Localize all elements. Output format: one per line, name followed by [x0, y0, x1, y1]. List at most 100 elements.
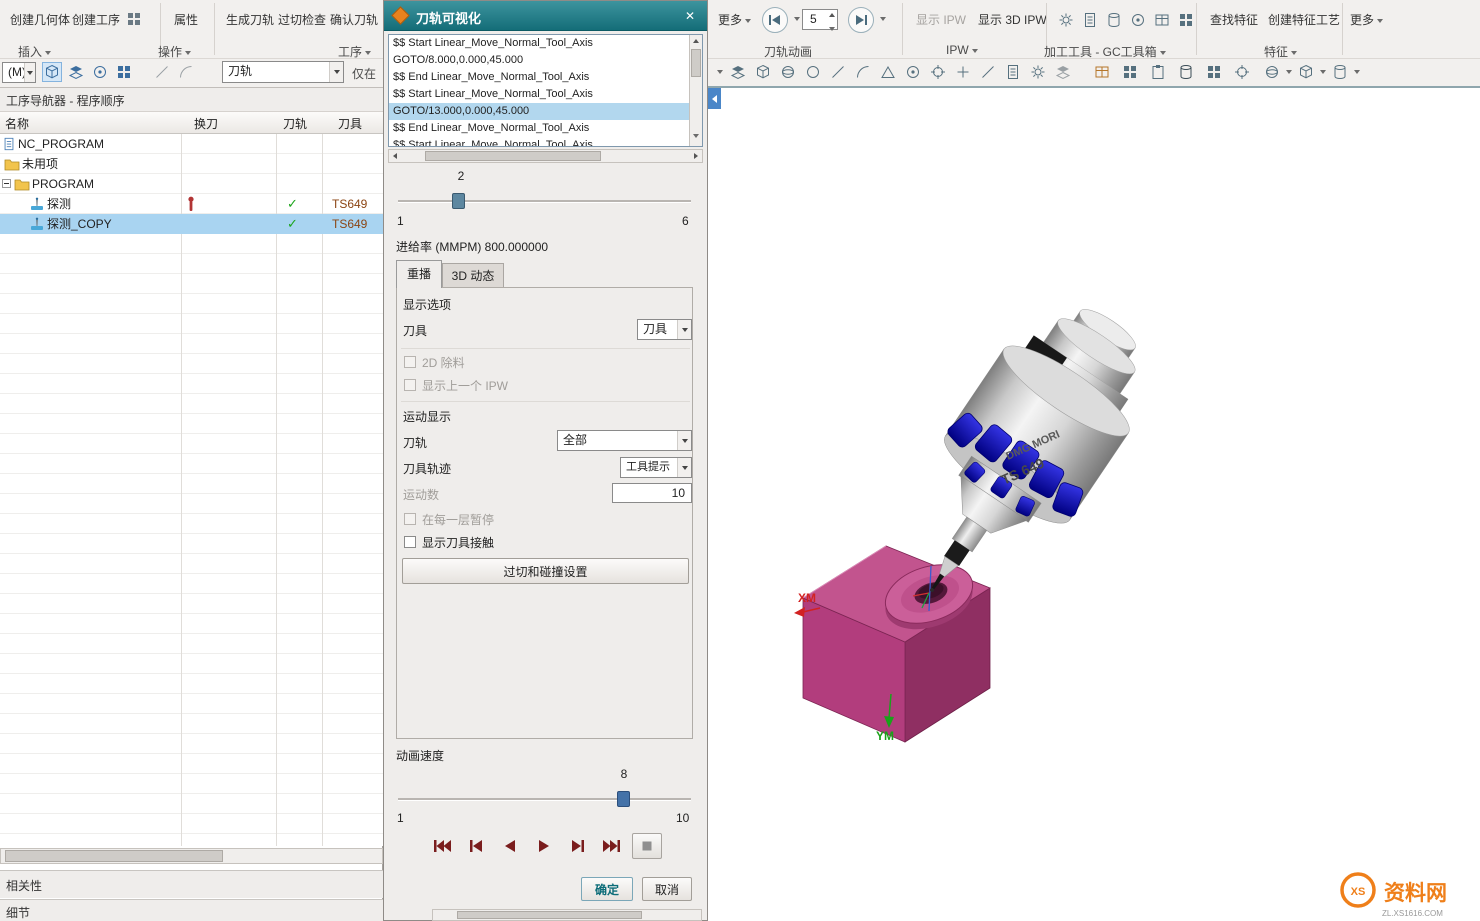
tool-trace-combo[interactable]: 工具提示	[620, 457, 692, 478]
table-icon[interactable]	[1092, 62, 1112, 82]
tree-row-unused[interactable]: 未用项	[0, 154, 383, 174]
animation-play-forward-button[interactable]	[848, 7, 874, 33]
verify-toolpath-button[interactable]: 确认刀轨	[326, 8, 382, 32]
gouge-check-button[interactable]: 过切检查	[274, 8, 330, 32]
gcode-line[interactable]: $$ Start Linear_Move_Normal_Tool_Axis	[389, 137, 690, 147]
visibility-icon[interactable]	[728, 62, 748, 82]
show-3d-ipw-button[interactable]: 显示 3D IPW	[974, 8, 1051, 32]
step-forward-button[interactable]	[562, 831, 594, 861]
show-tool-contact-checkbox[interactable]	[404, 536, 416, 548]
machine-sim-icon[interactable]	[1056, 10, 1076, 30]
select-point-icon[interactable]	[90, 62, 110, 82]
chevron-down-icon[interactable]	[677, 458, 691, 477]
scrollbar-thumb[interactable]	[691, 49, 701, 77]
column-name[interactable]: 名称	[5, 115, 29, 132]
scrollbar-thumb[interactable]	[457, 911, 642, 919]
select-grid-icon[interactable]	[114, 62, 134, 82]
spinner-down-icon[interactable]	[829, 21, 835, 35]
doc-tool-icon[interactable]	[1003, 62, 1023, 82]
dialog-clip-handle[interactable]	[708, 88, 721, 109]
collapse-expander-icon[interactable]	[2, 179, 11, 188]
shaded-view-icon[interactable]	[753, 62, 773, 82]
cylinder-icon[interactable]	[1176, 62, 1196, 82]
snap-point-icon[interactable]	[1232, 62, 1252, 82]
plus-tool-icon[interactable]	[953, 62, 973, 82]
scroll-right-icon[interactable]	[694, 153, 698, 159]
circle-tool-icon[interactable]	[803, 62, 823, 82]
tool-display-combo[interactable]: 刀具	[637, 319, 692, 340]
navigator-hscrollbar[interactable]	[0, 848, 383, 864]
calendar-grid-icon[interactable]	[124, 9, 144, 29]
chevron-down-icon[interactable]	[677, 320, 691, 339]
chevron-down-icon[interactable]	[677, 431, 691, 450]
line-tool-icon[interactable]	[828, 62, 848, 82]
snap-target-icon[interactable]	[928, 62, 948, 82]
name-filter-combo[interactable]: (M)	[2, 62, 36, 83]
graphics-viewport[interactable]: XM YM	[708, 88, 1480, 921]
create-operation-button[interactable]: 创建工序	[68, 8, 124, 32]
tab-replay[interactable]: 重播	[396, 260, 442, 288]
gcode-line[interactable]: $$ Start Linear_Move_Normal_Tool_Axis	[389, 35, 690, 52]
navigator-tree[interactable]: NC_PROGRAM 未用项 PROGRAM 探测 ✓ TS649 探测_COP…	[0, 134, 383, 846]
column-toolchange[interactable]: 换刀	[194, 115, 218, 132]
create-feature-process-button[interactable]: 创建特征工艺	[1264, 8, 1344, 32]
sphere-view-icon[interactable]	[1262, 62, 1282, 82]
select-layers-icon[interactable]	[66, 62, 86, 82]
select-arc-icon[interactable]	[176, 62, 196, 82]
line-slider-track[interactable]	[398, 200, 691, 203]
gcode-line-selected[interactable]: GOTO/13.000,0.000,45.000	[389, 103, 690, 120]
properties-button[interactable]: 属性	[170, 8, 202, 32]
arc-tool-icon[interactable]	[853, 62, 873, 82]
gcode-vscrollbar[interactable]	[689, 35, 702, 146]
go-to-start-button[interactable]	[426, 831, 458, 861]
show-ipw-button[interactable]: 显示 IPW	[912, 8, 970, 32]
spinner-up-icon[interactable]	[829, 13, 835, 17]
tree-row-probe-copy[interactable]: 探测_COPY ✓ TS649	[0, 214, 383, 234]
chevron-down-icon[interactable]	[880, 17, 886, 21]
tool-library-icon[interactable]	[1104, 10, 1124, 30]
toolpath-filter-combo[interactable]: 刀轨	[222, 61, 344, 83]
cube-view-icon[interactable]	[1296, 62, 1316, 82]
clipboard-icon[interactable]	[1148, 62, 1168, 82]
gcode-hscrollbar[interactable]	[388, 149, 703, 163]
scrollbar-thumb[interactable]	[5, 850, 223, 862]
gear-icon[interactable]	[1028, 62, 1048, 82]
step-back-button[interactable]	[460, 831, 492, 861]
tab-3d-dynamic[interactable]: 3D 动态	[442, 263, 504, 288]
setup-icon[interactable]	[1176, 10, 1196, 30]
generate-toolpath-button[interactable]: 生成刀轨	[222, 8, 278, 32]
chevron-down-icon[interactable]	[1286, 70, 1292, 74]
details-panel-header[interactable]: 细节	[0, 899, 383, 921]
speed-slider-thumb[interactable]	[617, 791, 630, 807]
2d-removal-checkbox[interactable]	[404, 356, 416, 368]
gcode-line[interactable]: $$ End Linear_Move_Normal_Tool_Axis	[389, 120, 690, 137]
grid-icon[interactable]	[1120, 62, 1140, 82]
motion-count-field[interactable]: 10	[612, 483, 692, 503]
animation-play-back-button[interactable]	[762, 7, 788, 33]
create-geometry-button[interactable]: 创建几何体	[6, 8, 74, 32]
triangle-tool-icon[interactable]	[878, 62, 898, 82]
post-process-icon[interactable]	[1080, 10, 1100, 30]
dialog-bottom-scrollbar[interactable]	[432, 909, 702, 921]
animation-frame-spinner[interactable]: 5	[802, 9, 838, 30]
probe-cycle-icon[interactable]	[1128, 10, 1148, 30]
dialog-titlebar[interactable]: 刀轨可视化 ✕	[384, 1, 707, 31]
pause-each-layer-checkbox[interactable]	[404, 513, 416, 525]
play-reverse-button[interactable]	[494, 831, 526, 861]
chevron-down-icon[interactable]	[24, 63, 35, 82]
gcode-line[interactable]: $$ End Linear_Move_Normal_Tool_Axis	[389, 69, 690, 86]
scrollbar-thumb[interactable]	[425, 151, 601, 161]
stop-button[interactable]	[632, 833, 662, 859]
ok-button[interactable]: 确定	[581, 877, 633, 901]
chevron-down-icon[interactable]	[794, 17, 800, 21]
gcode-line[interactable]: $$ Start Linear_Move_Normal_Tool_Axis	[389, 86, 690, 103]
tree-row-probe[interactable]: 探测 ✓ TS649	[0, 194, 383, 214]
line-slider-thumb[interactable]	[452, 193, 465, 209]
find-feature-button[interactable]: 查找特征	[1206, 8, 1262, 32]
speed-slider-track[interactable]	[398, 798, 691, 801]
measure-icon[interactable]	[978, 62, 998, 82]
dependencies-panel-header[interactable]: 相关性	[0, 870, 383, 898]
scroll-left-icon[interactable]	[393, 153, 397, 159]
report-icon[interactable]	[1152, 10, 1172, 30]
gcode-line[interactable]: GOTO/8.000,0.000,45.000	[389, 52, 690, 69]
